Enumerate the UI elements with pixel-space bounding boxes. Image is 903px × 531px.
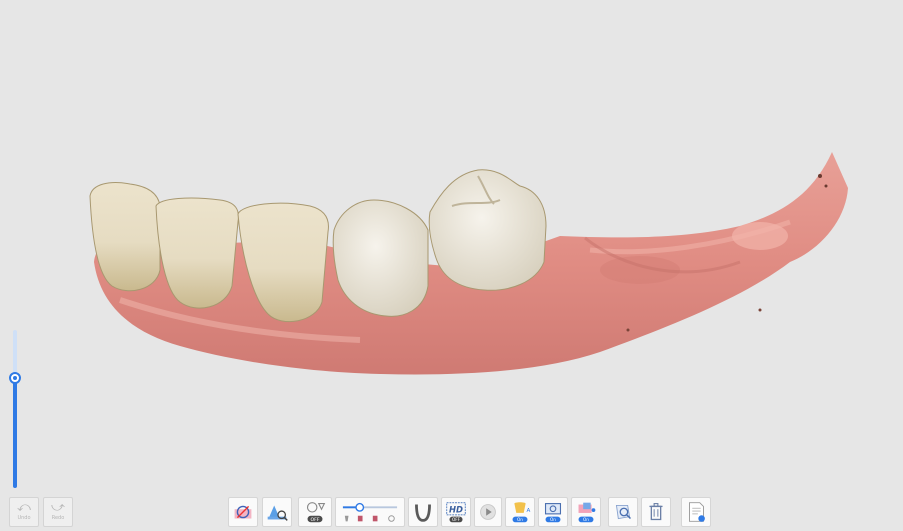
margin-inspect-button[interactable] [608,497,638,527]
hd-scan-button[interactable]: HD OFF [441,497,471,527]
play-icon [480,504,496,520]
arch-icon [415,504,431,522]
svg-text:A: A [527,508,531,514]
filter-level-icons [342,502,398,522]
texture-toggle-button[interactable]: OFF [298,497,332,527]
tooth-molar [428,169,547,291]
redo-label: Redo [51,515,65,521]
export-report-button[interactable] [681,497,711,527]
bite-search-icon [267,505,288,521]
depth-slider-fill [13,378,17,488]
texture-toggle-state: OFF [310,517,319,523]
undo-icon: ⤺ [17,500,31,515]
color-toggle-state: On [583,517,589,522]
undo-label: Undo [17,515,31,521]
ai-tooth-icon: A On [512,502,531,523]
bite-analysis-button[interactable] [262,497,292,527]
scan-viewport[interactable] [0,0,903,531]
document-export-icon [689,502,705,522]
delete-button[interactable] [641,497,671,527]
monitor-icon: On [544,503,562,523]
depth-slider[interactable] [9,330,21,488]
hd-label: HD [449,504,463,514]
jaw-scan-model[interactable] [0,0,903,531]
depth-slider-thumb[interactable] [9,372,21,385]
color-scan-button[interactable]: On [571,497,601,527]
redo-icon: ⤻ [51,500,65,515]
eraser-icon [234,505,252,519]
monitor-view-button[interactable]: On [538,497,568,527]
undo-button[interactable]: ⤺ Undo [9,497,39,527]
hd-icon: HD OFF [446,502,466,523]
eraser-tool-button[interactable] [228,497,258,527]
color-tooth-icon: On [578,502,596,523]
filter-level-slider[interactable] [335,497,405,527]
redo-button[interactable]: ⤻ Redo [43,497,73,527]
ai-tooth-button[interactable]: A On [505,497,535,527]
tooth-filter-icon: OFF [306,502,326,523]
ai-toggle-state: On [517,517,523,522]
hd-toggle-state: OFF [452,517,461,522]
trash-icon [649,503,663,521]
play-button[interactable] [474,497,502,527]
arch-view-button[interactable] [408,497,438,527]
monitor-toggle-state: On [550,517,556,522]
search-tooth-icon [615,505,631,520]
